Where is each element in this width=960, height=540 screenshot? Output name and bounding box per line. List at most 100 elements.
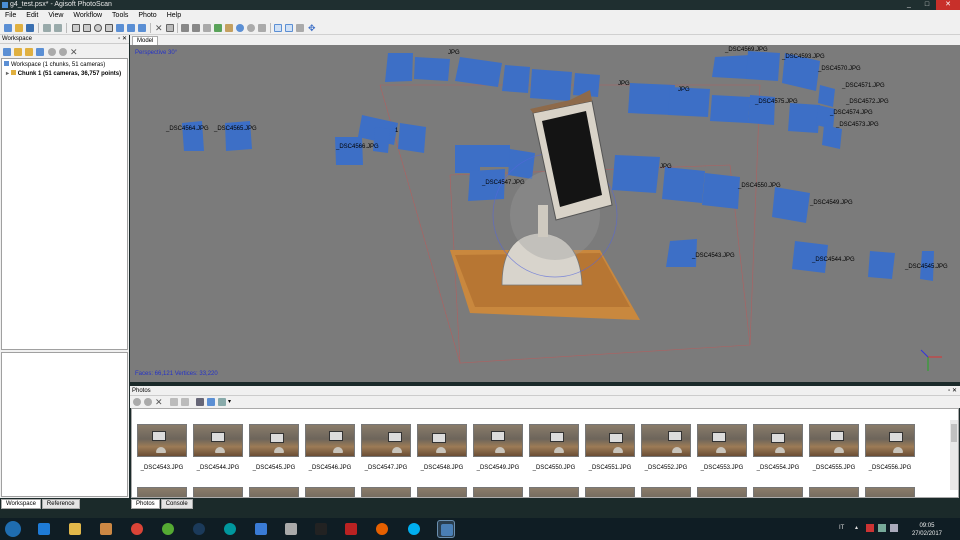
photo-thumbnail[interactable] xyxy=(249,424,299,457)
photo-thumbnail[interactable] xyxy=(529,487,579,497)
dropdown-arrow-icon[interactable]: ▾ xyxy=(228,398,236,406)
media-player-icon[interactable] xyxy=(97,520,115,538)
details-view-icon[interactable] xyxy=(207,398,215,406)
photo-thumbnail[interactable] xyxy=(529,424,579,457)
close-button[interactable]: ✕ xyxy=(936,0,960,10)
photo-thumbnail[interactable] xyxy=(137,487,187,497)
arduino-icon[interactable] xyxy=(221,520,239,538)
photo-thumbnail[interactable] xyxy=(865,487,915,497)
firefox-icon[interactable] xyxy=(373,520,391,538)
remove-icon[interactable]: ✕ xyxy=(70,48,78,57)
photo-thumbnail[interactable] xyxy=(641,424,691,457)
rotate-right-icon[interactable] xyxy=(181,398,189,406)
photos-scrollbar[interactable] xyxy=(950,420,958,490)
redo-icon[interactable] xyxy=(54,24,62,32)
wireframe-icon[interactable] xyxy=(203,24,211,32)
tab-reference[interactable]: Reference xyxy=(41,499,80,509)
calculator-icon[interactable] xyxy=(282,520,300,538)
open-icon[interactable] xyxy=(15,24,23,32)
cmd-icon[interactable] xyxy=(312,520,330,538)
crop-icon[interactable] xyxy=(166,24,174,32)
pane-close-icon[interactable]: ▫ ✕ xyxy=(948,386,957,396)
photo-thumbnail[interactable] xyxy=(585,487,635,497)
add-photos-icon[interactable] xyxy=(14,48,22,56)
photo-thumbnail[interactable] xyxy=(249,487,299,497)
show-cameras-icon[interactable] xyxy=(274,24,282,32)
photo-thumbnail[interactable] xyxy=(417,487,467,497)
thumbnails-view-icon[interactable] xyxy=(196,398,204,406)
photo-thumbnail[interactable] xyxy=(865,424,915,457)
move-region-icon[interactable] xyxy=(105,24,113,32)
show-region-icon[interactable] xyxy=(285,24,293,32)
disable-camera-icon[interactable] xyxy=(144,398,152,406)
tab-photos[interactable]: Photos xyxy=(131,499,160,509)
remove-camera-icon[interactable]: ✕ xyxy=(155,398,163,407)
tiled-model-icon[interactable] xyxy=(247,24,255,32)
point-cloud-icon[interactable] xyxy=(181,24,189,32)
tab-console[interactable]: Console xyxy=(160,499,193,509)
photo-thumbnail[interactable] xyxy=(305,424,355,457)
photoscan-icon[interactable] xyxy=(437,520,455,538)
photo-thumbnail[interactable] xyxy=(753,424,803,457)
photo-thumbnail[interactable] xyxy=(193,424,243,457)
filezilla-icon[interactable] xyxy=(342,520,360,538)
circle-select-icon[interactable] xyxy=(94,24,102,32)
photo-thumbnail[interactable] xyxy=(361,424,411,457)
filter-icon[interactable] xyxy=(218,398,226,406)
photo-thumbnail[interactable] xyxy=(809,424,859,457)
navigation-icon[interactable]: ✥ xyxy=(308,24,316,33)
align-chunks-icon[interactable] xyxy=(36,48,44,56)
resize-region-icon[interactable] xyxy=(116,24,124,32)
rect-select-icon[interactable] xyxy=(72,24,80,32)
photo-thumbnail[interactable] xyxy=(641,487,691,497)
dense-cloud-icon[interactable] xyxy=(192,24,200,32)
undo-icon[interactable] xyxy=(43,24,51,32)
scrollbar-thumb[interactable] xyxy=(951,424,957,442)
rotate-region-icon[interactable] xyxy=(127,24,135,32)
internet-explorer-icon[interactable] xyxy=(35,520,53,538)
free-select-icon[interactable] xyxy=(83,24,91,32)
dem-icon[interactable] xyxy=(258,24,266,32)
shaded-icon[interactable] xyxy=(214,24,222,32)
photo-thumbnail[interactable] xyxy=(361,487,411,497)
photo-thumbnail[interactable] xyxy=(697,424,747,457)
menu-edit[interactable]: Edit xyxy=(21,10,43,21)
add-chunk-icon[interactable] xyxy=(3,48,11,56)
photo-thumbnail[interactable] xyxy=(137,424,187,457)
menu-view[interactable]: View xyxy=(43,10,68,21)
enable-icon[interactable] xyxy=(48,48,56,56)
menu-file[interactable]: File xyxy=(0,10,21,21)
show-markers-icon[interactable] xyxy=(296,24,304,32)
enable-camera-icon[interactable] xyxy=(133,398,141,406)
steam-icon[interactable] xyxy=(190,520,208,538)
model-viewport[interactable]: Perspective 30° Faces: 66,121 Vertices: … xyxy=(130,45,960,382)
minimize-button[interactable]: _ xyxy=(900,0,918,10)
photo-thumbnail[interactable] xyxy=(305,487,355,497)
tree-root[interactable]: Workspace (1 chunks, 51 cameras) xyxy=(4,61,105,68)
menu-help[interactable]: Help xyxy=(162,10,186,21)
rotate-object-icon[interactable] xyxy=(138,24,146,32)
save-icon[interactable] xyxy=(26,24,34,32)
menu-tools[interactable]: Tools xyxy=(107,10,133,21)
tab-workspace[interactable]: Workspace xyxy=(1,499,41,509)
textured-icon[interactable] xyxy=(225,24,233,32)
utorrent-icon[interactable] xyxy=(159,520,177,538)
photo-thumbnail[interactable] xyxy=(417,424,467,457)
menu-workflow[interactable]: Workflow xyxy=(68,10,107,21)
skype-icon[interactable] xyxy=(405,520,423,538)
tray-expand-icon[interactable]: ▴ xyxy=(855,524,863,532)
network-icon[interactable] xyxy=(878,524,886,532)
volume-icon[interactable] xyxy=(890,524,898,532)
photo-thumbnail[interactable] xyxy=(585,424,635,457)
menu-photo[interactable]: Photo xyxy=(133,10,161,21)
pane-close-icon[interactable]: ▫ ✕ xyxy=(118,35,127,44)
photo-thumbnail[interactable] xyxy=(193,487,243,497)
tray-app-icon[interactable] xyxy=(866,524,874,532)
file-explorer-icon[interactable] xyxy=(66,520,84,538)
tree-chunk[interactable]: ▸ Chunk 1 (51 cameras, 36,757 points) xyxy=(6,70,121,77)
new-icon[interactable] xyxy=(4,24,12,32)
photo-thumbnail[interactable] xyxy=(753,487,803,497)
maximize-button[interactable]: □ xyxy=(918,0,936,10)
flash-icon[interactable] xyxy=(252,520,270,538)
photo-thumbnail[interactable] xyxy=(697,487,747,497)
